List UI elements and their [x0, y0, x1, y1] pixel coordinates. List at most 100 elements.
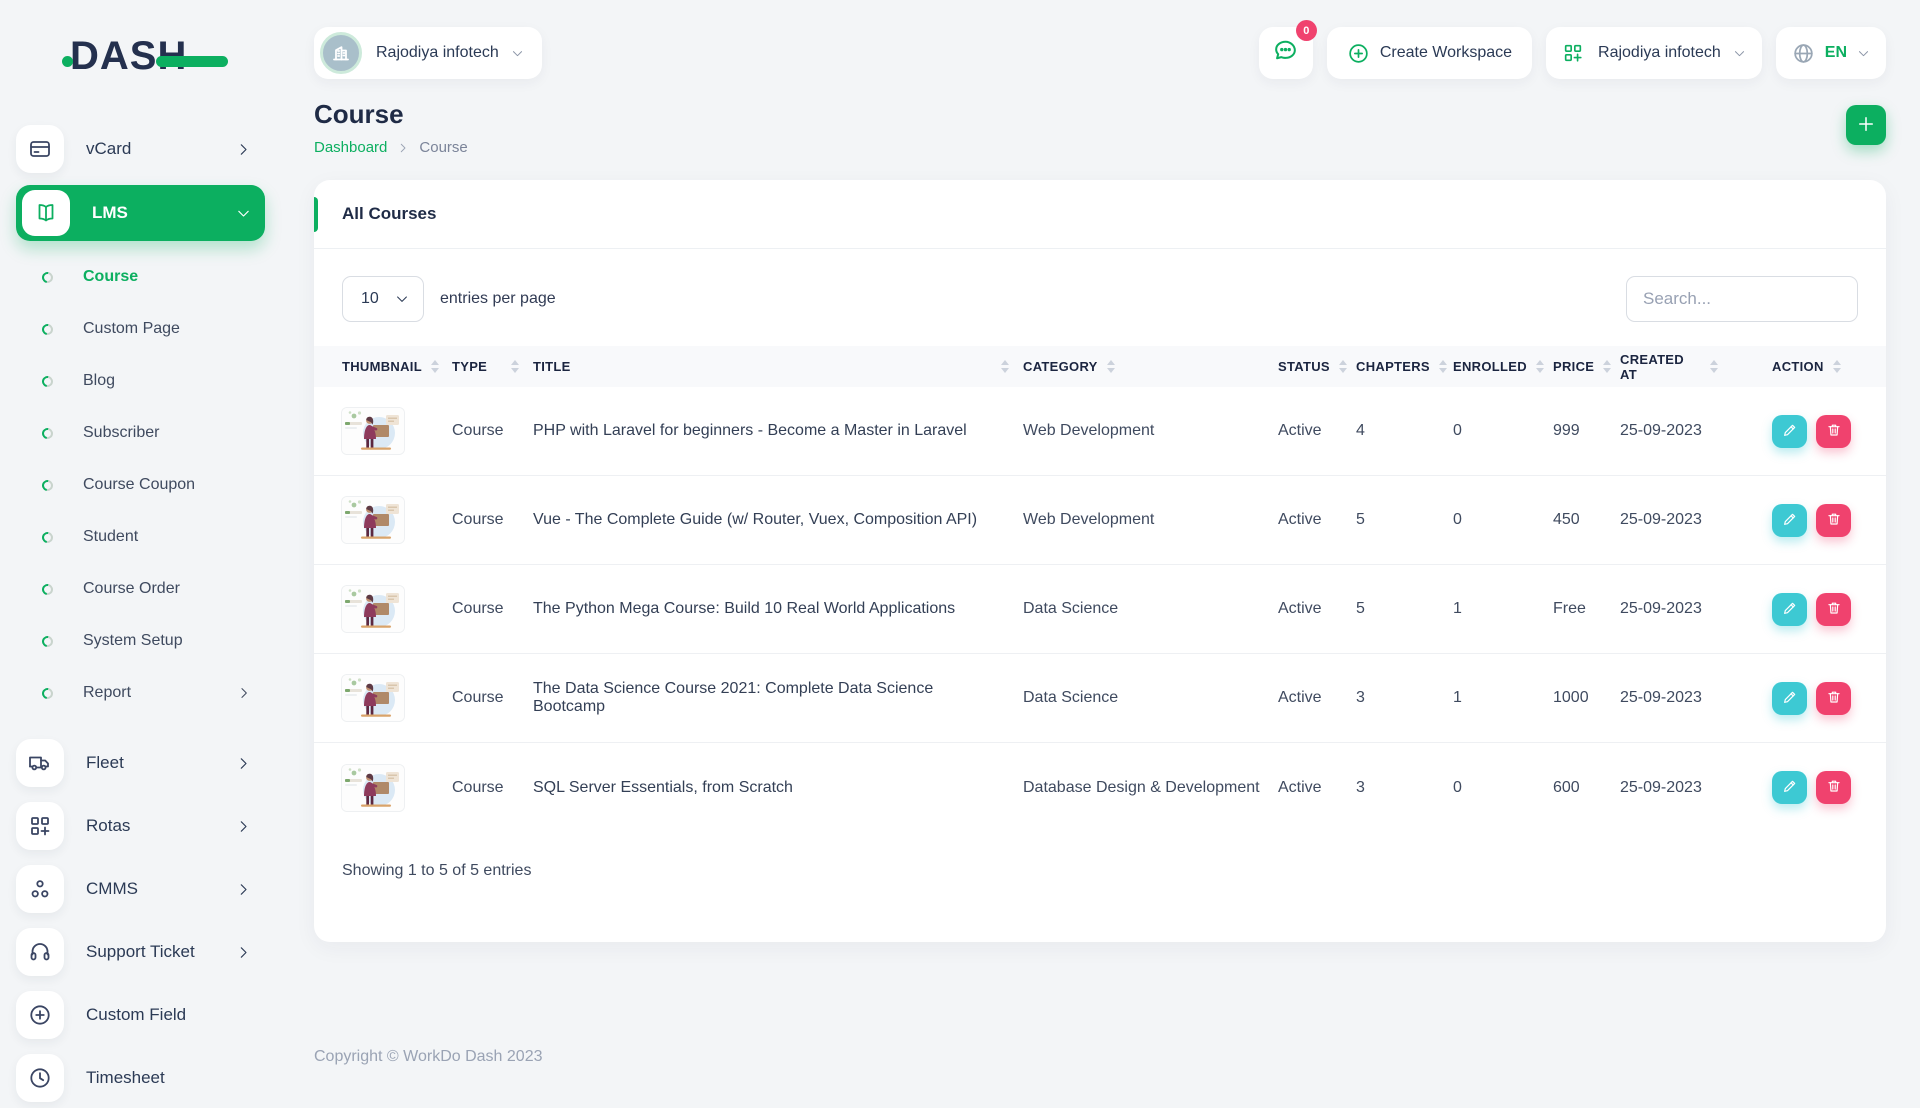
- create-workspace-label: Create Workspace: [1380, 44, 1512, 62]
- column-header[interactable]: THUMBNAIL: [342, 359, 452, 374]
- card-title: All Courses: [342, 204, 436, 224]
- breadcrumb-dashboard-link[interactable]: Dashboard: [314, 139, 387, 156]
- delete-button[interactable]: [1816, 415, 1851, 448]
- sidebar-item[interactable]: Support Ticket: [16, 922, 265, 982]
- cell-enrolled: 1: [1453, 600, 1553, 618]
- lms-submenu: Course Custom Page Blog Subsc: [16, 251, 265, 719]
- cell-category: Database Design & Development: [1023, 779, 1278, 797]
- edit-button[interactable]: [1772, 504, 1807, 537]
- cell-status: Active: [1278, 689, 1356, 707]
- column-header[interactable]: PRICE: [1553, 359, 1620, 374]
- sidebar-item[interactable]: Timesheet: [16, 1048, 265, 1108]
- headset-icon: [16, 928, 64, 976]
- book-icon: [22, 190, 70, 236]
- lms-submenu-item[interactable]: Report: [16, 667, 265, 719]
- sidebar-item-label: vCard: [86, 139, 236, 159]
- breadcrumb-current: Course: [419, 139, 467, 156]
- column-header[interactable]: ACTION: [1732, 359, 1858, 374]
- pencil-icon: [1782, 778, 1798, 797]
- submenu-item-label: Blog: [83, 372, 265, 390]
- cell-chapters: 3: [1356, 779, 1453, 797]
- chevron-right-icon: [236, 882, 251, 897]
- cell-title: PHP with Laravel for beginners - Become …: [533, 422, 1023, 440]
- lms-submenu-item[interactable]: System Setup: [16, 615, 265, 667]
- trash-icon: [1826, 778, 1842, 797]
- cell-type: Course: [452, 779, 533, 797]
- chevron-down-icon: [1857, 47, 1870, 60]
- bullet-icon: [40, 321, 55, 336]
- cell-enrolled: 0: [1453, 422, 1553, 440]
- cell-chapters: 4: [1356, 422, 1453, 440]
- sidebar-item[interactable]: Custom Field: [16, 985, 265, 1045]
- submenu-item-label: Course Coupon: [83, 476, 265, 494]
- column-header[interactable]: TYPE: [452, 359, 533, 374]
- language-code: EN: [1825, 44, 1847, 62]
- cell-title: Vue - The Complete Guide (w/ Router, Vue…: [533, 511, 1023, 529]
- lms-submenu-item[interactable]: Student: [16, 511, 265, 563]
- entries-per-page-value: 10: [361, 290, 395, 308]
- company-name: Rajodiya infotech: [1598, 44, 1721, 62]
- delete-button[interactable]: [1816, 593, 1851, 626]
- submenu-item-label: System Setup: [83, 632, 265, 650]
- edit-button[interactable]: [1772, 682, 1807, 715]
- cell-actions: [1732, 504, 1858, 537]
- lms-submenu-item[interactable]: Course Order: [16, 563, 265, 615]
- grid-plus-icon: [1562, 42, 1584, 64]
- lms-submenu-item[interactable]: Subscriber: [16, 407, 265, 459]
- delete-button[interactable]: [1816, 771, 1851, 804]
- edit-button[interactable]: [1772, 415, 1807, 448]
- lms-submenu-item[interactable]: Course Coupon: [16, 459, 265, 511]
- messages-badge: 0: [1296, 20, 1317, 41]
- edit-button[interactable]: [1772, 771, 1807, 804]
- cell-created-at: 25-09-2023: [1620, 779, 1732, 797]
- column-header[interactable]: STATUS: [1278, 359, 1356, 374]
- cell-status: Active: [1278, 511, 1356, 529]
- column-header[interactable]: CREATED AT: [1620, 352, 1732, 382]
- entries-per-page-label: entries per page: [440, 290, 556, 308]
- column-header[interactable]: ENROLLED: [1453, 359, 1553, 374]
- sidebar-item[interactable]: Fleet: [16, 733, 265, 793]
- sidebar-item[interactable]: CMMS: [16, 859, 265, 919]
- chevron-right-icon: [236, 945, 251, 960]
- sort-arrows-icon: [431, 360, 439, 373]
- delete-button[interactable]: [1816, 682, 1851, 715]
- entries-summary: Showing 1 to 5 of 5 entries: [314, 832, 1886, 942]
- dash-logo[interactable]: DASH: [70, 34, 220, 79]
- column-header[interactable]: TITLE: [533, 359, 1023, 374]
- language-selector[interactable]: EN: [1776, 27, 1886, 79]
- search-input[interactable]: [1626, 276, 1858, 322]
- lms-submenu-item[interactable]: Custom Page: [16, 303, 265, 355]
- sidebar-item-vcard[interactable]: vCard: [16, 119, 265, 179]
- cell-created-at: 25-09-2023: [1620, 511, 1732, 529]
- plus-circle-icon: [16, 991, 64, 1039]
- plus-circle-icon: [1347, 42, 1370, 65]
- nodes-icon: [16, 865, 64, 913]
- course-thumbnail-icon: [342, 586, 404, 632]
- sidebar-item[interactable]: Rotas: [16, 796, 265, 856]
- sidebar: DASH vCard LMS Course: [0, 0, 285, 1080]
- column-header[interactable]: CATEGORY: [1023, 359, 1278, 374]
- add-course-button[interactable]: [1846, 105, 1886, 145]
- cell-price: Free: [1553, 600, 1620, 618]
- workspace-selector[interactable]: Rajodiya infotech: [314, 27, 542, 79]
- clock-icon: [16, 1054, 64, 1102]
- create-workspace-button[interactable]: Create Workspace: [1327, 27, 1532, 79]
- topbar: Rajodiya infotech 0 Create Workspace Raj…: [314, 27, 1886, 79]
- edit-button[interactable]: [1772, 593, 1807, 626]
- cell-chapters: 3: [1356, 689, 1453, 707]
- column-header[interactable]: CHAPTERS: [1356, 359, 1453, 374]
- cell-status: Active: [1278, 779, 1356, 797]
- cell-created-at: 25-09-2023: [1620, 422, 1732, 440]
- sort-arrows-icon: [1339, 360, 1347, 373]
- delete-button[interactable]: [1816, 504, 1851, 537]
- cell-category: Web Development: [1023, 422, 1278, 440]
- all-courses-card: All Courses 10 entries per page THUMBNAI…: [314, 180, 1886, 942]
- bullet-icon: [40, 269, 55, 284]
- sidebar-item-lms[interactable]: LMS: [16, 185, 265, 241]
- company-selector[interactable]: Rajodiya infotech: [1546, 27, 1762, 79]
- lms-submenu-item[interactable]: Blog: [16, 355, 265, 407]
- cell-actions: [1732, 771, 1858, 804]
- messages-button[interactable]: 0: [1259, 27, 1313, 79]
- lms-submenu-item[interactable]: Course: [16, 251, 265, 303]
- entries-per-page-select[interactable]: 10: [342, 276, 424, 322]
